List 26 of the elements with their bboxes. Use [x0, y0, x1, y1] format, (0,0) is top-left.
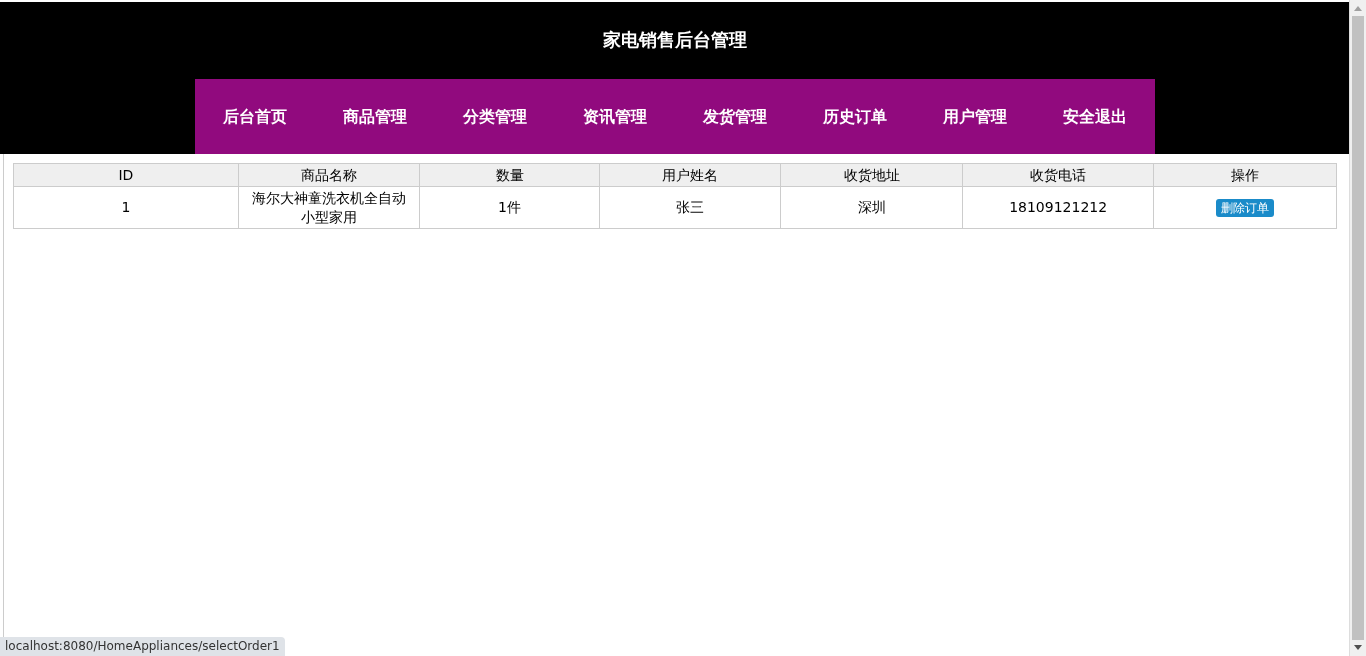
page-title: 家电销售后台管理 — [602, 28, 747, 52]
table-cell: 深圳 — [780, 186, 963, 229]
nav-link[interactable]: 后台首页 — [194, 79, 315, 154]
status-bar-url: localhost:8080/HomeAppliances/selectOrder1 — [0, 637, 285, 656]
nav-link[interactable]: 用户管理 — [914, 79, 1035, 154]
column-header: 用户姓名 — [600, 163, 781, 187]
nav-link[interactable]: 发货管理 — [674, 79, 795, 154]
table-cell: 张三 — [600, 186, 781, 229]
column-header: ID — [13, 163, 239, 187]
nav-link[interactable]: 资讯管理 — [554, 79, 675, 154]
table-cell: 1 — [13, 186, 239, 229]
nav-link[interactable]: 分类管理 — [434, 79, 555, 154]
nav-link[interactable]: 历史订单 — [794, 79, 915, 154]
nav-link[interactable]: 商品管理 — [314, 79, 435, 154]
column-header: 数量 — [419, 163, 600, 187]
scroll-thumb[interactable] — [1352, 16, 1364, 640]
scrollbar[interactable] — [1349, 0, 1366, 656]
column-header: 收货地址 — [780, 163, 963, 187]
column-header: 收货电话 — [962, 163, 1154, 187]
table-cell: 1件 — [419, 186, 600, 229]
column-header: 商品名称 — [238, 163, 420, 187]
table-cell: 18109121212 — [962, 186, 1154, 229]
table-cell: 海尔大神童洗衣机全自动小型家用 — [238, 186, 420, 229]
column-header: 操作 — [1153, 163, 1337, 187]
nav-link[interactable]: 安全退出 — [1034, 79, 1155, 154]
delete-order-button[interactable]: 删除订单 — [1216, 199, 1275, 217]
